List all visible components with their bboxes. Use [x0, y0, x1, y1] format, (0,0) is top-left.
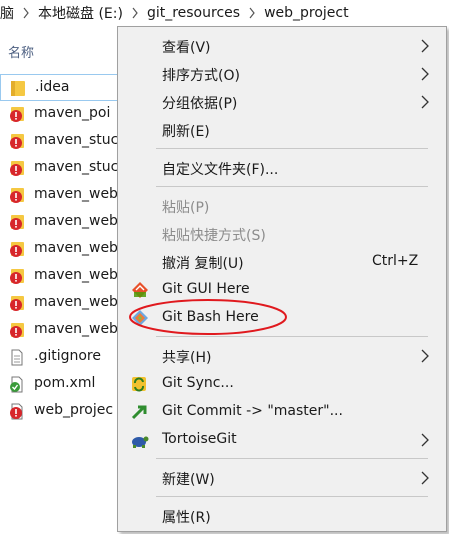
git-conflict-folder-icon [10, 188, 24, 203]
menu-item-git-bash-here[interactable]: Git Bash Here [120, 305, 444, 331]
column-header-name[interactable]: 名称 [8, 42, 34, 61]
list-item[interactable]: maven_stuc [0, 155, 130, 182]
git-sync-icon [132, 377, 146, 392]
git-conflict-file-icon [10, 403, 23, 420]
git-conflict-folder-icon [10, 323, 24, 338]
chevron-right-icon [421, 67, 429, 81]
menu-separator [156, 186, 428, 187]
list-item[interactable]: web_projec [0, 398, 130, 425]
chevron-right-icon[interactable] [123, 7, 147, 19]
chevron-right-icon [421, 433, 429, 447]
list-item[interactable]: .idea [0, 74, 130, 101]
menu-item-paste[interactable]: 粘贴(P) [120, 193, 444, 219]
list-item[interactable]: maven_web [0, 209, 130, 236]
file-list: .idea maven_poi maven_stuc maven_stuc ma… [0, 74, 130, 425]
file-name: maven_web [34, 240, 118, 256]
chevron-right-icon [421, 39, 429, 53]
menu-item-refresh[interactable]: 刷新(E) [120, 117, 444, 143]
breadcrumb-item[interactable]: 脑 [0, 3, 14, 23]
menu-item-group-by[interactable]: 分组依据(P) [120, 89, 444, 115]
menu-item-new[interactable]: 新建(W) [120, 465, 444, 491]
file-name: maven_poi [34, 105, 111, 121]
list-item[interactable]: maven_stuc [0, 128, 130, 155]
git-conflict-folder-icon [10, 215, 24, 230]
list-item[interactable]: maven_web [0, 263, 130, 290]
menu-item-undo-copy[interactable]: 撤消 复制(U) Ctrl+Z [120, 249, 444, 275]
git-bash-icon [132, 310, 148, 326]
menu-item-customize-folder[interactable]: 自定义文件夹(F)... [120, 155, 444, 181]
tortoisegit-icon [132, 436, 149, 448]
menu-item-git-sync[interactable]: Git Sync... [120, 371, 444, 397]
menu-separator [156, 496, 428, 497]
menu-item-tortoisegit[interactable]: TortoiseGit [120, 427, 444, 453]
file-name: web_projec [34, 402, 114, 418]
list-item[interactable]: maven_web [0, 290, 130, 317]
git-conflict-folder-icon [10, 107, 24, 122]
file-name: maven_stuc [34, 159, 119, 175]
file-name: maven_web [34, 213, 118, 229]
breadcrumb-item[interactable]: 本地磁盘 (E:) [38, 3, 123, 23]
file-name: maven_web [34, 321, 118, 337]
menu-item-properties[interactable]: 属性(R) [120, 503, 444, 529]
git-conflict-folder-icon [10, 296, 24, 311]
menu-item-paste-shortcut[interactable]: 粘贴快捷方式(S) [120, 221, 444, 247]
context-menu: 查看(V) 排序方式(O) 分组依据(P) 刷新(E) 自定义文件夹(F)...… [117, 26, 447, 532]
file-name: pom.xml [34, 375, 96, 391]
git-conflict-folder-icon [10, 269, 24, 284]
menu-item-git-gui-here[interactable]: Git GUI Here [120, 277, 444, 303]
menu-separator [156, 148, 428, 149]
chevron-right-icon [421, 95, 429, 109]
chevron-right-icon[interactable] [14, 7, 38, 19]
breadcrumb: 脑 本地磁盘 (E:) git_resources web_project [0, 0, 449, 26]
breadcrumb-item[interactable]: git_resources [147, 5, 240, 21]
chevron-right-icon[interactable] [240, 7, 264, 19]
git-commit-icon [131, 405, 147, 420]
menu-separator [156, 458, 428, 459]
file-name: maven_web [34, 186, 118, 202]
git-conflict-folder-icon [10, 134, 24, 149]
chevron-right-icon [421, 471, 429, 485]
git-conflict-folder-icon [10, 161, 24, 176]
git-gui-icon [132, 282, 148, 298]
list-item[interactable]: pom.xml [0, 371, 130, 398]
shortcut-label: Ctrl+Z [372, 253, 419, 269]
list-item[interactable]: maven_web [0, 236, 130, 263]
file-name: .gitignore [34, 348, 101, 364]
text-file-icon [11, 349, 23, 366]
breadcrumb-item[interactable]: web_project [264, 5, 349, 21]
file-name: maven_web [34, 267, 118, 283]
file-name: .idea [35, 79, 70, 95]
chevron-right-icon [421, 349, 429, 363]
file-name: maven_stuc [34, 132, 119, 148]
file-name: maven_web [34, 294, 118, 310]
list-item[interactable]: .gitignore [0, 344, 130, 371]
git-conflict-folder-icon [10, 242, 24, 257]
list-item[interactable]: maven_web [0, 317, 130, 344]
list-item[interactable]: maven_poi [0, 101, 130, 128]
folder-icon [11, 81, 25, 96]
xml-file-icon [10, 376, 23, 393]
list-item[interactable]: maven_web [0, 182, 130, 209]
menu-item-git-commit[interactable]: Git Commit -> "master"... [120, 399, 444, 425]
menu-item-view[interactable]: 查看(V) [120, 33, 444, 59]
menu-item-sort-by[interactable]: 排序方式(O) [120, 61, 444, 87]
menu-separator [156, 336, 428, 337]
menu-item-share[interactable]: 共享(H) [120, 343, 444, 369]
